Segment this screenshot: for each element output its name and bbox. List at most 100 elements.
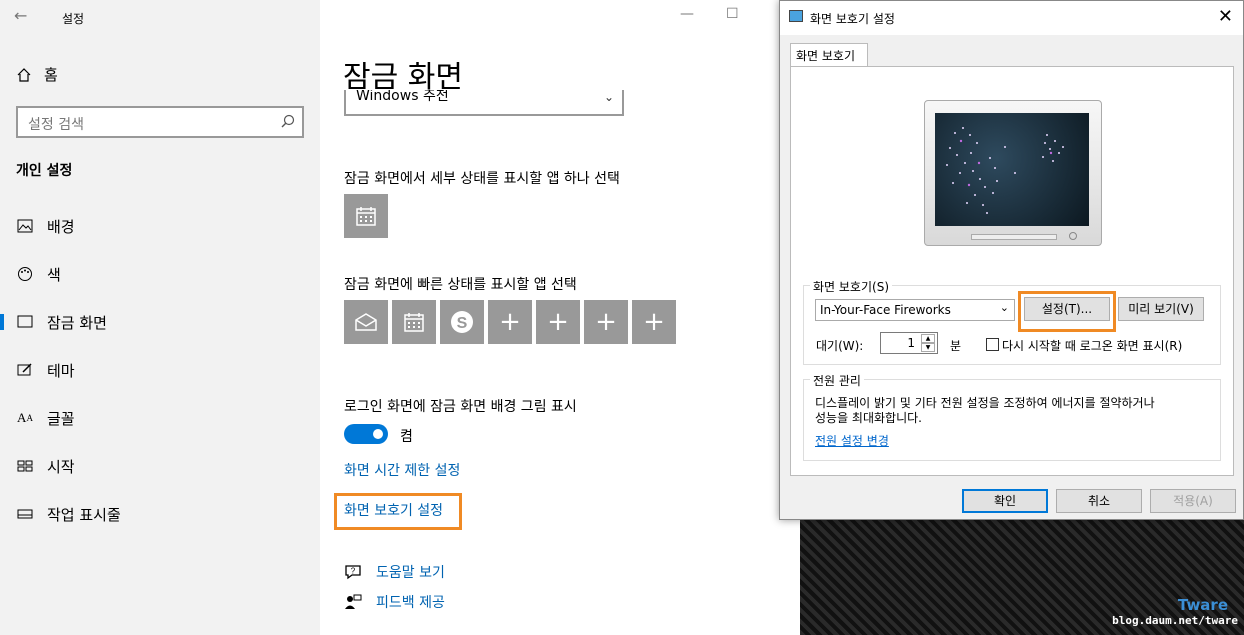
cancel-button[interactable]: 취소	[1056, 489, 1142, 513]
fireworks-preview-image	[946, 127, 1064, 214]
screensaver-select[interactable]: In-Your-Face Fireworks ⌄	[815, 299, 1015, 321]
screen-timeout-link[interactable]: 화면 시간 제한 설정	[344, 460, 460, 480]
add-app-button[interactable]: +	[488, 300, 532, 344]
add-app-button[interactable]: +	[584, 300, 628, 344]
home-nav[interactable]: 홈	[16, 64, 58, 85]
add-app-button[interactable]: +	[536, 300, 580, 344]
screensaver-preview	[935, 113, 1089, 226]
toggle-state-label: 켬	[400, 429, 413, 445]
lock-screen-icon	[16, 313, 34, 331]
resume-logon-label: 다시 시작할 때 로그온 화면 표시(R)	[1002, 339, 1183, 353]
mail-app-tile[interactable]	[344, 300, 388, 344]
dialog-titlebar: 화면 보호기 설정 ✕	[780, 1, 1243, 35]
back-arrow-icon[interactable]: ←	[14, 6, 27, 25]
wait-label: 대기(W):	[816, 339, 864, 353]
detail-status-label: 잠금 화면에서 세부 상태를 표시할 앱 하나 선택	[344, 171, 620, 187]
add-app-button[interactable]: +	[632, 300, 676, 344]
monitor-preview	[924, 100, 1102, 246]
feedback-icon	[345, 594, 362, 609]
screensaver-group-label: 화면 보호기(S)	[810, 278, 892, 295]
mail-icon	[355, 313, 377, 331]
sidebar-item-label: 색	[47, 265, 61, 284]
section-heading: 개인 설정	[16, 163, 73, 179]
screensaver-settings-button[interactable]: 설정(T)...	[1024, 297, 1110, 321]
taskbar-icon	[16, 505, 34, 523]
sidebar: ← 설정 홈 설정 검색 개인 설정 배경 색 잠금 화면 테마 AA 글꼴 시…	[0, 0, 320, 635]
sidebar-item-label: 글꼴	[47, 409, 75, 428]
spin-up-icon[interactable]: ▲	[921, 334, 935, 343]
screensaver-dialog: 화면 보호기 설정 ✕ 화면 보호기 화면 보호기(S) In-Your-Fac…	[779, 0, 1244, 520]
screensaver-select-value: In-Your-Face Fireworks	[820, 303, 951, 317]
calendar-app-tile[interactable]	[344, 194, 388, 238]
sidebar-item-colors[interactable]: 색	[0, 254, 320, 294]
power-description-2: 성능을 최대화합니다.	[815, 411, 922, 425]
sidebar-item-label: 작업 표시줄	[47, 505, 121, 524]
help-link[interactable]: 도움말 보기	[376, 562, 445, 582]
search-input[interactable]: 설정 검색	[16, 106, 304, 138]
home-label: 홈	[44, 66, 58, 84]
palette-icon	[16, 265, 34, 283]
power-settings-link[interactable]: 전원 설정 변경	[815, 432, 889, 449]
dialog-title: 화면 보호기 설정	[810, 12, 895, 26]
resume-logon-checkbox[interactable]	[986, 338, 999, 351]
sidebar-item-label: 배경	[47, 217, 75, 236]
home-icon	[17, 67, 31, 82]
skype-icon: S	[451, 311, 473, 333]
sidebar-item-themes[interactable]: 테마	[0, 350, 320, 390]
font-icon: AA	[17, 410, 33, 425]
display-icon	[789, 10, 803, 22]
plus-icon: +	[547, 307, 569, 337]
apply-button[interactable]: 적용(A)	[1150, 489, 1236, 513]
tab-screensaver[interactable]: 화면 보호기	[790, 43, 868, 67]
chevron-down-icon: ⌄	[999, 301, 1009, 314]
help-icon: ?	[345, 565, 361, 580]
search-placeholder: 설정 검색	[28, 117, 84, 133]
plus-icon: +	[595, 307, 617, 337]
settings-window: ← 설정 홈 설정 검색 개인 설정 배경 색 잠금 화면 테마 AA 글꼴 시…	[0, 0, 800, 635]
minimize-button[interactable]: —	[680, 6, 694, 22]
power-indicator	[1069, 232, 1077, 240]
preview-button[interactable]: 미리 보기(V)	[1118, 297, 1204, 321]
sidebar-item-background[interactable]: 배경	[0, 206, 320, 246]
image-icon	[16, 217, 34, 235]
svg-text:S: S	[457, 315, 468, 332]
sidebar-item-taskbar[interactable]: 작업 표시줄	[0, 494, 320, 534]
help-row[interactable]: ? 도움말 보기	[344, 562, 445, 582]
screensaver-settings-link[interactable]: 화면 보호기 설정	[344, 500, 443, 520]
sidebar-item-lock-screen[interactable]: 잠금 화면	[0, 302, 320, 342]
ok-button[interactable]: 확인	[962, 489, 1048, 513]
power-group-label: 전원 관리	[810, 372, 864, 389]
search-icon	[281, 114, 295, 128]
skype-app-tile[interactable]: S	[440, 300, 484, 344]
watermark-url: blog.daum.net/tware	[1112, 614, 1238, 627]
monitor-stand	[971, 234, 1057, 240]
signin-background-label: 로그인 화면에 잠금 화면 배경 그림 표시	[344, 399, 577, 415]
maximize-button[interactable]: ☐	[726, 6, 739, 22]
sidebar-item-start[interactable]: 시작	[0, 446, 320, 486]
theme-icon	[16, 361, 34, 379]
dropdown-value: Windows 추천	[356, 90, 449, 104]
background-dropdown[interactable]: Windows 추천 ⌄	[344, 90, 624, 116]
feedback-row[interactable]: 피드백 제공	[344, 592, 445, 612]
wait-unit-label: 분	[950, 339, 962, 353]
chevron-down-icon: ⌄	[603, 90, 614, 104]
signin-background-toggle[interactable]	[344, 424, 388, 444]
start-icon	[16, 457, 34, 475]
svg-text:?: ?	[351, 567, 356, 576]
sidebar-item-fonts[interactable]: AA 글꼴	[0, 398, 320, 438]
wait-minutes-input[interactable]: 1 ▲ ▼	[880, 332, 938, 354]
plus-icon: +	[643, 307, 665, 337]
sidebar-item-label: 테마	[47, 361, 75, 380]
plus-icon: +	[499, 307, 521, 337]
calendar-icon	[356, 207, 376, 226]
quick-status-label: 잠금 화면에 빠른 상태를 표시할 앱 선택	[344, 277, 577, 293]
calendar-app-tile[interactable]	[392, 300, 436, 344]
sidebar-item-label: 잠금 화면	[47, 313, 107, 332]
feedback-link[interactable]: 피드백 제공	[376, 592, 445, 612]
window-title: 설정	[62, 12, 85, 26]
sidebar-item-label: 시작	[47, 457, 75, 476]
watermark-brand: Tware	[1177, 596, 1228, 614]
close-button[interactable]: ✕	[1218, 6, 1233, 27]
spin-down-icon[interactable]: ▼	[921, 343, 935, 352]
calendar-icon	[404, 313, 424, 332]
